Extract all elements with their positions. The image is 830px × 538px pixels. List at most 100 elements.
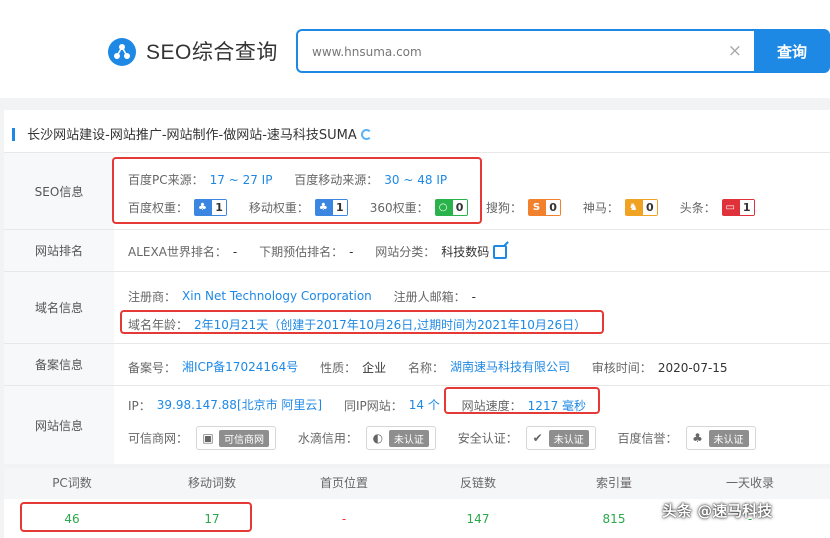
icp-number-link[interactable]: 湘ICP备17024164号 [182,360,298,374]
stats-value-cell[interactable]: 17 [162,504,262,534]
baidu-credit-state: 未认证 [708,429,749,447]
registrar-label: 注册商： [128,290,177,304]
stats-header-cell: 索引量 [595,476,632,490]
stats-header-cell: PC词数 [52,476,92,490]
credit-cert-badge[interactable]: ▣ 可信商网 [196,426,277,450]
baidu-weight-badge[interactable]: ♣ 1 [194,199,228,216]
registrant-value: - [471,289,476,304]
stats-header-row: PC词数 移动词数 首页位置 反链数 索引量 一天收录 [4,468,830,499]
row-label-domain: 域名信息 [4,272,114,343]
page-title: SEO综合查询 [146,41,278,64]
shenma-badge[interactable]: ♞ 0 [624,199,658,216]
pc-source-label: 百度PC来源： [128,173,204,187]
loading-icon [360,129,372,140]
domain-info-row: 域名信息 注册商： Xin Net Technology Corporation … [4,271,830,343]
seo-other-line: 搜狗： S 0 神马： ♞ 0 头条： ▭ 1 [486,199,755,216]
water-drop-icon: ◐ [372,431,384,445]
row-label-seo: SEO信息 [4,153,114,229]
icp-name-label: 名称： [407,361,444,375]
seo-info-panel: 长沙网站建设-网站推广-网站制作-做网站-速马科技SUMA SEO信息 百度PC… [4,110,830,464]
icp-name-link[interactable]: 湖南速马科技有限公司 [450,360,570,374]
registrar-link[interactable]: Xin Net Technology Corporation [182,289,372,303]
sogou-icon: S [532,202,541,213]
sogou-badge[interactable]: S0 [528,199,562,216]
safe-cert-badge[interactable]: ✔ 未认证 [525,426,596,450]
same-ip-link[interactable]: 14 个 [409,398,440,412]
logo-icon [108,38,136,66]
credit-badge-text: 可信商网 [219,429,270,447]
shenma-icon: ♞ [628,202,638,213]
registrar-line: 注册商： Xin Net Technology Corporation 注册人邮箱… [128,288,476,305]
site-rank-row: 网站排名 ALEXA世界排名： - 下期预估排名： - 网站分类： 科技数码 [4,229,830,271]
ip-link[interactable]: 39.98.147.88[北京市 阿里云] [157,398,322,412]
credit-line: 可信商网： ▣ 可信商网 水滴信用： ◐ 未认证 安全认证： ✔ 未认证 百度信誉： ♣ 未认证 [128,426,756,450]
search-input[interactable] [312,41,712,63]
alexa-value: - [232,244,238,259]
baidu-credit-label: 百度信誉： [617,431,678,446]
icp-nature-label: 性质： [320,361,357,375]
seo-source-line: 百度PC来源： 17 ~ 27 IP 百度移动来源： 30 ~ 48 IP [128,171,447,188]
search-button[interactable]: 查询 [754,29,830,73]
pc-source-value[interactable]: 17 ~ 27 IP [210,173,273,187]
watermark: 头条 @速马科技 [662,502,773,520]
baidu-weight-value: 1 [212,200,227,215]
row-label-rank: 网站排名 [4,230,114,271]
safe-label: 安全认证： [457,431,518,446]
shenma-value: 0 [642,200,657,215]
same-ip-label: 同IP网站： [343,399,403,413]
search-box: × [296,29,754,73]
category-label: 网站分类： [375,245,436,259]
baidu-credit-badge[interactable]: ♣ 未认证 [685,426,756,450]
clear-icon[interactable]: × [728,41,742,61]
speed-value: 1217 毫秒 [527,399,587,413]
so360-icon: ○ [438,202,448,213]
water-cert-badge[interactable]: ◐ 未认证 [365,426,436,450]
so360-weight-value: 0 [452,200,467,215]
stats-value-cell[interactable]: 815 [564,504,664,534]
water-state: 未认证 [388,429,429,447]
mobile-source-label: 百度移动来源： [294,173,379,187]
seo-info-row: SEO信息 百度PC来源： 17 ~ 27 IP 百度移动来源： 30 ~ 48 I… [4,152,830,229]
category-value: 科技数码 [441,245,490,259]
water-label: 水滴信用： [297,431,358,446]
toutiao-badge[interactable]: ▭ 1 [721,199,755,216]
icp-number-label: 备案号： [128,361,177,375]
forecast-value: - [349,244,354,259]
sogou-label: 搜狗： [486,201,523,215]
stats-header-cell: 首页位置 [319,476,368,490]
rank-line: ALEXA世界排名： - 下期预估排名： - 网站分类： 科技数码 [128,243,508,260]
baidu-paw-icon: ♣ [692,431,703,445]
stats-header-cell: 反链数 [459,476,496,490]
domain-age-value[interactable]: 2年10月21天（创建于2017年10月26日,过期时间为2021年10月26日… [194,318,586,332]
stats-header-cell: 移动词数 [187,476,236,490]
shield-check-icon: ✔ [532,431,543,445]
icp-info-row: 备案信息 备案号： 湘ICP备17024164号 性质： 企业 名称： 湖南速马科技有… [4,343,830,385]
ip-line: IP： 39.98.147.88[北京市 阿里云] 同IP网站： 14 个 网站速度… [128,396,586,414]
forecast-label: 下期预估排名： [259,245,344,259]
site-info-row: 网站信息 IP： 39.98.147.88[北京市 阿里云] 同IP网站： 14 个… [4,385,830,464]
stats-value-cell: - [341,512,347,526]
domain-age-line: 域名年龄： 2年10月21天（创建于2017年10月26日,过期时间为2021年1… [128,316,586,333]
mobile-source-value[interactable]: 30 ~ 48 IP [384,173,447,187]
icp-line: 备案号： 湘ICP备17024164号 性质： 企业 名称： 湖南速马科技有限公司 审… [128,358,728,376]
edit-icon[interactable] [493,244,508,259]
stats-value-cell[interactable]: 46 [22,504,122,534]
stats-header-cell: 一天收录 [725,476,774,490]
site-title-text: 长沙网站建设-网站推广-网站制作-做网站-速马科技SUMA [27,128,357,143]
row-label-icp: 备案信息 [4,344,114,385]
mobile-weight-badge[interactable]: ♣ 1 [314,199,348,216]
icp-audit-label: 审核时间： [591,361,652,375]
toutiao-label: 头条： [679,201,716,215]
header: SEO综合查询 × 查询 [0,0,830,98]
row-label-site: 网站信息 [4,386,114,464]
icp-audit-value: 2020-07-15 [657,360,728,375]
baidu-paw-icon: ♣ [318,202,328,213]
toutiao-value: 1 [739,200,754,215]
credit-label: 可信商网： [128,431,189,446]
stats-value-cell[interactable]: 147 [428,504,528,534]
so360-weight-badge[interactable]: ○ 0 [434,199,468,216]
so360-weight-label: 360权重： [369,201,429,215]
toutiao-icon: ▭ [725,202,735,213]
safe-state: 未认证 [548,429,589,447]
mobile-weight-label: 移动权重： [248,201,309,215]
